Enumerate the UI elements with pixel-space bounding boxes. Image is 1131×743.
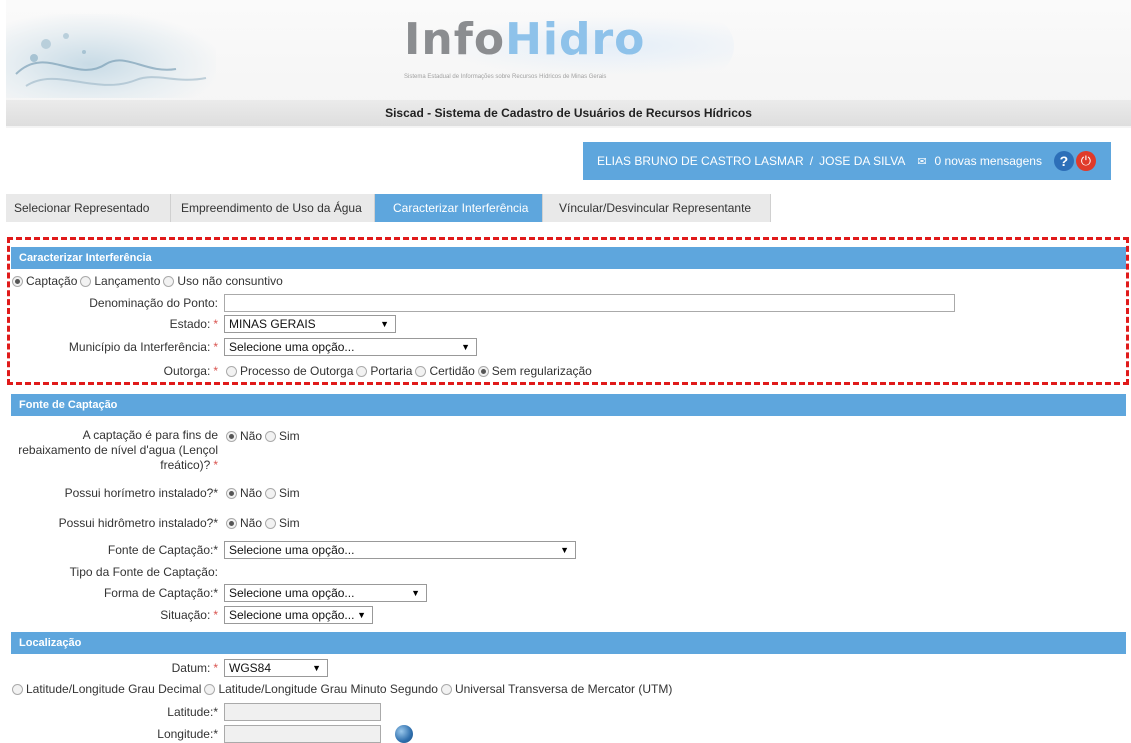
- radio-label-sim: Sim: [279, 486, 300, 500]
- horimetro-row: Possui horímetro instalado?* Não Sim: [12, 486, 303, 500]
- forma-captacao-row: Forma de Captação:* Selecione uma opção.…: [12, 584, 427, 602]
- situacao-row: Situação: * Selecione uma opção... ▼: [12, 606, 373, 624]
- radio-label-grau-decimal: Latitude/Longitude Grau Decimal: [26, 682, 202, 696]
- latitude-label: Latitude:*: [167, 705, 218, 719]
- highlight-box: [7, 237, 1129, 385]
- situacao-label: Situação:: [160, 608, 211, 622]
- longitude-label: Longitude:*: [157, 727, 218, 741]
- datum-select[interactable]: WGS84 ▼: [224, 659, 328, 677]
- rebaixamento-label-3: freático)?: [160, 458, 211, 472]
- radio-label-nao: Não: [240, 516, 263, 530]
- radio-label-sim: Sim: [279, 516, 300, 530]
- radio-label-nao: Não: [240, 429, 263, 443]
- coord-type-radios: Latitude/Longitude Grau Decimal Latitude…: [12, 682, 675, 696]
- user-bar: ELIAS BRUNO DE CASTRO LASMAR / JOSE DA S…: [583, 142, 1111, 180]
- user-separator: /: [809, 154, 814, 168]
- tab-empreendimento[interactable]: Empreendimento de Uso da Água: [171, 194, 375, 222]
- required-mark: *: [213, 661, 218, 675]
- mail-icon[interactable]: ✉: [917, 155, 926, 168]
- rebaixamento-row: A captação é para fins de rebaixamento d…: [12, 428, 303, 473]
- forma-captacao-select[interactable]: Selecione uma opção... ▼: [224, 584, 427, 602]
- datum-label: Datum:: [171, 661, 211, 675]
- horimetro-label: Possui horímetro instalado?*: [64, 486, 218, 500]
- latitude-row: Latitude:*: [12, 703, 381, 721]
- radio-grau-minuto-segundo[interactable]: [204, 683, 216, 695]
- hidrometro-row: Possui hidrômetro instalado?* Não Sim: [12, 516, 303, 530]
- wizard-tabs: Selecionar Representado Empreendimento d…: [6, 194, 771, 222]
- infohidro-logo: InfoHidro Sistema Estadual de Informaçõe…: [404, 16, 734, 86]
- logo-text-info: Info: [404, 14, 506, 65]
- site-header: InfoHidro Sistema Estadual de Informaçõe…: [6, 0, 1131, 128]
- longitude-input[interactable]: [224, 725, 381, 743]
- fonte-captacao-label: Fonte de Captação:*: [107, 543, 218, 557]
- fonte-captacao-select[interactable]: Selecione uma opção... ▼: [224, 541, 576, 559]
- tipo-fonte-row: Tipo da Fonte de Captação:: [12, 565, 218, 579]
- represented-name[interactable]: JOSE DA SILVA: [819, 154, 905, 168]
- latitude-input[interactable]: [224, 703, 381, 721]
- situacao-select-value: Selecione uma opção...: [229, 608, 355, 622]
- globe-map-icon[interactable]: [395, 725, 413, 743]
- radio-label-grau-minuto-segundo: Latitude/Longitude Grau Minuto Segundo: [218, 682, 438, 696]
- tab-caracterizar-interferencia[interactable]: Caracterizar Interferência: [375, 194, 543, 222]
- longitude-row: Longitude:*: [12, 725, 413, 743]
- datum-select-value: WGS84: [229, 661, 272, 675]
- radio-label-utm: Universal Transversa de Mercator (UTM): [454, 682, 673, 696]
- logo-subtitle: Sistema Estadual de Informações sobre Re…: [404, 74, 607, 80]
- tab-vincular-representante[interactable]: Víncular/Desvincular Representante: [543, 194, 771, 222]
- required-mark: *: [213, 608, 218, 622]
- situacao-select[interactable]: Selecione uma opção... ▼: [224, 606, 373, 624]
- water-splash-image: [6, 14, 216, 98]
- section-fonte-header: Fonte de Captação: [11, 394, 1126, 416]
- forma-captacao-select-value: Selecione uma opção...: [229, 586, 355, 600]
- radio-hidrometro-sim[interactable]: [265, 517, 277, 529]
- radio-hidrometro-nao[interactable]: [226, 517, 237, 529]
- section-localizacao-header: Localização: [11, 632, 1126, 654]
- radio-rebaixamento-nao[interactable]: [226, 430, 237, 442]
- fonte-captacao-select-value: Selecione uma opção...: [229, 543, 355, 557]
- tab-selecionar-representado[interactable]: Selecionar Representado: [6, 194, 171, 222]
- datum-row: Datum: * WGS84 ▼: [12, 659, 328, 677]
- rebaixamento-label-2: rebaixamento de nível d'agua (Lençol: [18, 443, 218, 457]
- radio-horimetro-nao[interactable]: [226, 487, 237, 499]
- radio-label-nao: Não: [240, 486, 263, 500]
- dropdown-arrow-icon: ▼: [411, 588, 420, 598]
- messages-link[interactable]: 0 novas mensagens: [935, 154, 1042, 168]
- radio-horimetro-sim[interactable]: [265, 487, 277, 499]
- dropdown-arrow-icon: ▼: [312, 663, 321, 673]
- radio-utm[interactable]: [440, 683, 452, 695]
- dropdown-arrow-icon: ▼: [357, 610, 366, 620]
- required-mark: *: [213, 458, 218, 472]
- rebaixamento-label-1: A captação é para fins de: [82, 428, 218, 442]
- radio-label-sim: Sim: [279, 429, 300, 443]
- fonte-captacao-row: Fonte de Captação:* Selecione uma opção.…: [12, 541, 576, 559]
- help-icon[interactable]: ?: [1053, 151, 1074, 171]
- radio-rebaixamento-sim[interactable]: [265, 430, 277, 442]
- logout-icon[interactable]: ⏻: [1075, 151, 1096, 171]
- user-name[interactable]: ELIAS BRUNO DE CASTRO LASMAR: [597, 154, 804, 168]
- dropdown-arrow-icon: ▼: [560, 545, 569, 555]
- logo-text-hidro: Hidro: [505, 14, 646, 65]
- system-title: Siscad - Sistema de Cadastro de Usuários…: [6, 100, 1131, 126]
- forma-captacao-label: Forma de Captação:*: [103, 586, 218, 600]
- radio-grau-decimal[interactable]: [12, 683, 23, 695]
- hidrometro-label: Possui hidrômetro instalado?*: [58, 516, 218, 530]
- tipo-fonte-label: Tipo da Fonte de Captação:: [69, 565, 218, 579]
